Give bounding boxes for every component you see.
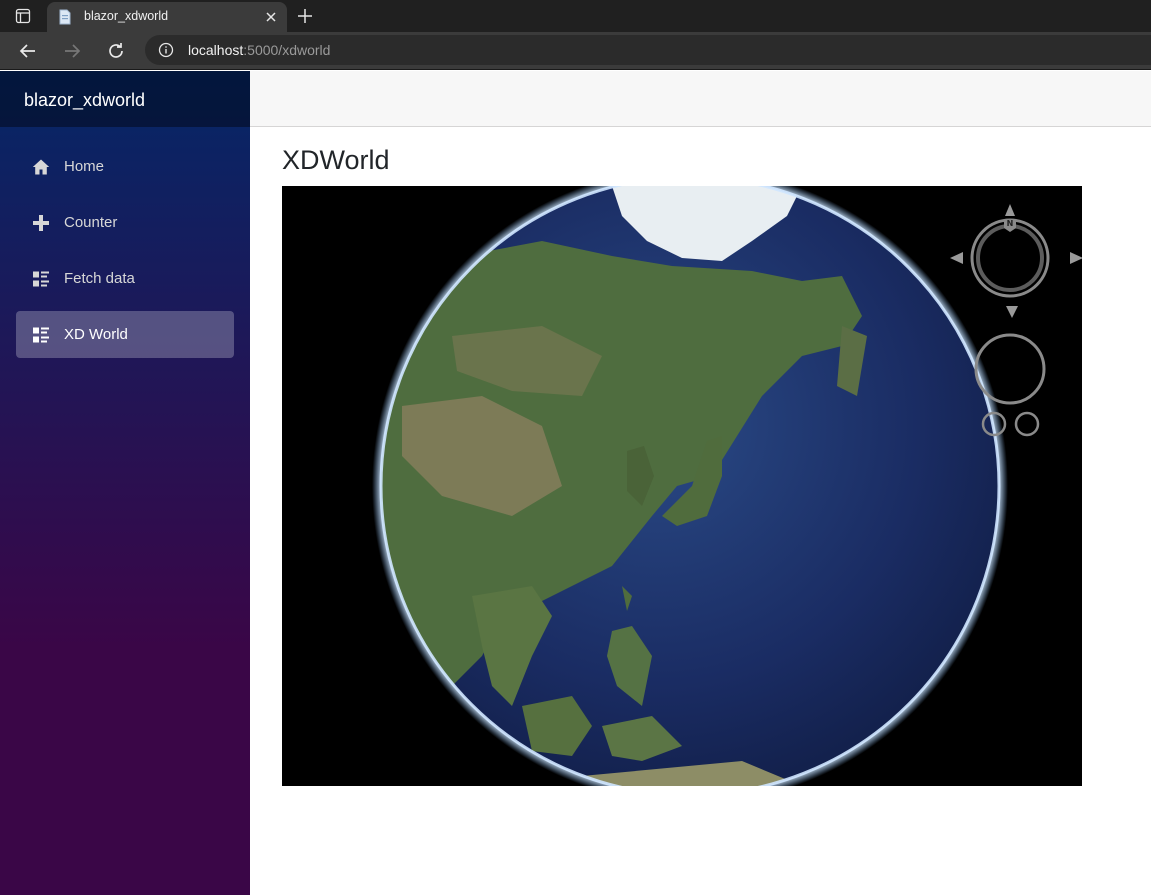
window-menu-icon[interactable] <box>15 8 31 24</box>
brand-bar: blazor_xdworld <box>0 71 250 127</box>
reload-icon[interactable] <box>105 40 127 62</box>
browser-toolbar: localhost:5000/xdworld <box>0 32 1151 70</box>
svg-text:N: N <box>1007 219 1014 228</box>
tab-title: blazor_xdworld <box>84 9 169 23</box>
sidebar-item-label: Counter <box>64 214 118 231</box>
back-arrow-icon[interactable] <box>17 40 39 62</box>
top-row <box>250 71 1151 127</box>
pan-right-icon[interactable] <box>1070 252 1082 264</box>
home-icon <box>32 159 50 175</box>
zoom-dial-control[interactable] <box>974 333 1046 405</box>
sidebar: blazor_xdworld Home Counter Fetch data X… <box>0 71 250 895</box>
globe-canvas[interactable]: N <box>282 186 1082 786</box>
sidebar-item-xd-world[interactable]: XD World <box>16 311 234 358</box>
close-tab-icon[interactable] <box>264 10 278 24</box>
list-icon <box>33 271 49 287</box>
sidebar-item-counter[interactable]: Counter <box>16 199 234 246</box>
xdworld-globe-viewer[interactable]: N <box>282 186 1082 786</box>
url-path: :5000/xdworld <box>243 42 331 58</box>
page-favicon-icon <box>59 9 71 25</box>
plus-icon <box>33 215 49 231</box>
compass-north-icon[interactable] <box>1005 204 1015 216</box>
sidebar-item-label: Home <box>64 158 105 175</box>
url-host: localhost <box>188 42 244 58</box>
compass-control[interactable]: N <box>970 204 1050 298</box>
globe[interactable] <box>352 186 1008 786</box>
browser-tab[interactable]: blazor_xdworld <box>47 2 287 32</box>
brand-link[interactable]: blazor_xdworld <box>24 90 145 111</box>
list-icon <box>33 327 49 343</box>
new-tab-icon[interactable] <box>296 7 314 25</box>
pan-down-icon[interactable] <box>1006 306 1018 318</box>
address-bar[interactable]: localhost:5000/xdworld <box>145 35 1151 65</box>
forward-arrow-icon[interactable] <box>61 40 83 62</box>
sidebar-item-label: Fetch data <box>64 270 135 287</box>
site-info-icon[interactable] <box>158 42 174 58</box>
url-text: localhost:5000/xdworld <box>188 42 330 58</box>
sidebar-item-label: XD World <box>64 326 128 343</box>
sidebar-item-fetch-data[interactable]: Fetch data <box>16 255 234 302</box>
page-title: XDWorld <box>282 145 390 175</box>
zoom-out-button[interactable] <box>1014 411 1040 437</box>
browser-tab-strip: blazor_xdworld <box>0 0 1151 32</box>
pan-left-icon[interactable] <box>950 252 963 264</box>
sidebar-item-home[interactable]: Home <box>16 143 234 190</box>
